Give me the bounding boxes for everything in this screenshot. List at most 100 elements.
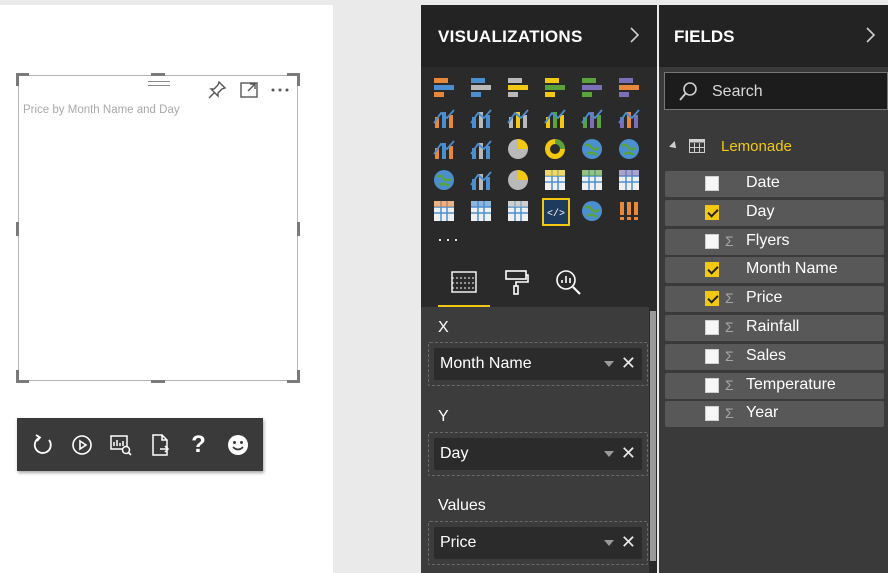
expand-caret-icon[interactable] — [669, 141, 679, 151]
chevron-down-icon[interactable] — [604, 451, 614, 457]
field-name: Date — [746, 174, 780, 191]
stacked-bar-icon[interactable] — [431, 74, 457, 100]
scatter-icon[interactable] — [468, 136, 494, 162]
fields-search-input[interactable]: Search — [664, 72, 888, 110]
field-item-price[interactable]: Σ Price — [665, 286, 884, 313]
donut-icon[interactable] — [542, 136, 568, 162]
chevron-down-icon[interactable] — [604, 361, 614, 367]
field-item-sales[interactable]: Σ Sales — [665, 343, 884, 370]
x-well-field-name: Month Name — [440, 355, 532, 372]
remove-field-icon[interactable]: ✕ — [621, 443, 636, 463]
matrix-icon[interactable] — [505, 198, 531, 224]
treemap-icon[interactable] — [579, 136, 605, 162]
field-name: Rainfall — [746, 318, 800, 335]
resize-handle-right[interactable] — [297, 222, 300, 236]
funnel-icon[interactable] — [468, 167, 494, 193]
collapse-fields-chevron-icon[interactable] — [865, 25, 877, 51]
ribbon-chart-icon[interactable] — [616, 105, 642, 131]
field-item-flyers[interactable]: Σ Flyers — [665, 228, 884, 255]
field-checkbox[interactable] — [705, 204, 719, 220]
field-item-rainfall[interactable]: Σ Rainfall — [665, 315, 884, 341]
analytics-tab[interactable] — [553, 267, 583, 297]
sigma-icon: Σ — [725, 376, 734, 393]
resize-handle-tr-v[interactable] — [297, 73, 300, 86]
pie-icon[interactable] — [505, 136, 531, 162]
stacked-column-icon[interactable] — [468, 74, 494, 100]
field-checkbox[interactable] — [705, 320, 719, 335]
field-checkbox[interactable] — [705, 233, 719, 249]
pin-icon[interactable] — [207, 80, 227, 100]
resize-handle-tl-v[interactable] — [16, 73, 19, 86]
format-tab[interactable] — [501, 267, 531, 297]
field-checkbox[interactable] — [705, 262, 719, 278]
field-checkbox[interactable] — [705, 406, 719, 422]
field-checkbox[interactable] — [705, 348, 719, 364]
map-icon[interactable] — [616, 136, 642, 162]
line-clustered-column-icon[interactable] — [579, 105, 605, 131]
y-well[interactable]: Day ✕ — [428, 432, 648, 476]
visual-title: Price by Month Name and Day — [23, 104, 180, 116]
slicer-icon[interactable] — [431, 198, 457, 224]
smiley-icon[interactable] — [225, 432, 251, 458]
field-item-date[interactable]: Date — [665, 171, 884, 197]
y-well-field[interactable]: Day ✕ — [434, 438, 642, 470]
remove-field-icon[interactable]: ✕ — [621, 532, 636, 552]
wells-scrollbar[interactable] — [649, 307, 657, 573]
values-well[interactable]: Price ✕ — [428, 521, 648, 565]
focus-mode-icon[interactable] — [239, 80, 259, 100]
help-icon[interactable]: ? — [186, 431, 212, 458]
values-well-label: Values — [438, 497, 486, 514]
exclamation-icon[interactable] — [616, 198, 642, 224]
field-item-day[interactable]: Day — [665, 199, 884, 226]
line-chart-icon[interactable] — [431, 105, 457, 131]
field-item-year[interactable]: Σ Year — [665, 401, 884, 428]
field-checkbox[interactable] — [705, 291, 719, 307]
resize-handle-bottom[interactable] — [151, 380, 165, 383]
scrollbar-thumb[interactable] — [650, 311, 656, 561]
card-icon[interactable] — [542, 167, 568, 193]
x-well[interactable]: Month Name ✕ — [428, 342, 648, 386]
search-icon — [677, 81, 699, 103]
table-lemonade[interactable]: Lemonade — [659, 135, 888, 159]
collapse-visualizations-chevron-icon[interactable] — [629, 25, 641, 51]
waterfall-icon[interactable] — [431, 136, 457, 162]
values-well-field[interactable]: Price ✕ — [434, 527, 642, 559]
field-item-month-name[interactable]: Month Name — [665, 257, 884, 284]
resize-handle-top[interactable] — [151, 73, 165, 76]
sigma-icon: Σ — [725, 319, 734, 335]
drag-grip-icon[interactable] — [148, 81, 170, 91]
area-chart-icon[interactable] — [468, 105, 494, 131]
100-column-icon[interactable] — [616, 74, 642, 100]
chevron-down-icon[interactable] — [604, 540, 614, 546]
field-item-temperature[interactable]: Σ Temperature — [665, 372, 884, 399]
line-column-icon[interactable] — [542, 105, 568, 131]
x-well-field[interactable]: Month Name ✕ — [434, 348, 642, 380]
table-icon[interactable] — [468, 198, 494, 224]
gauge-icon[interactable] — [505, 167, 531, 193]
field-checkbox[interactable] — [705, 176, 719, 191]
clustered-column-icon[interactable] — [542, 74, 568, 100]
clustered-bar-icon[interactable] — [505, 74, 531, 100]
play-icon[interactable] — [69, 432, 95, 458]
resize-handle-left[interactable] — [16, 222, 19, 236]
multirow-card-icon[interactable] — [579, 167, 605, 193]
custom-visual-frame[interactable]: Price by Month Name and Day — [16, 73, 300, 383]
remove-field-icon[interactable]: ✕ — [621, 353, 636, 373]
kpi-icon[interactable] — [616, 167, 642, 193]
report-canvas[interactable]: Price by Month Name and Day ? — [0, 5, 333, 573]
export-icon[interactable] — [147, 432, 173, 458]
globe-icon[interactable] — [579, 198, 605, 224]
filled-map-icon[interactable] — [431, 167, 457, 193]
resize-handle-br-v[interactable] — [297, 370, 300, 383]
more-options-icon[interactable] — [269, 80, 289, 100]
field-name: Day — [746, 202, 775, 220]
resize-handle-bl-v[interactable] — [16, 370, 19, 383]
field-checkbox[interactable] — [705, 377, 719, 393]
fields-tab[interactable] — [449, 267, 479, 297]
100-bar-icon[interactable] — [579, 74, 605, 100]
more-visuals-icon[interactable]: ··· — [437, 229, 461, 250]
chart-search-icon[interactable] — [108, 432, 134, 458]
refresh-icon[interactable] — [30, 432, 56, 458]
stacked-area-icon[interactable] — [505, 105, 531, 131]
custom-visual-icon[interactable]: </> — [542, 198, 570, 226]
